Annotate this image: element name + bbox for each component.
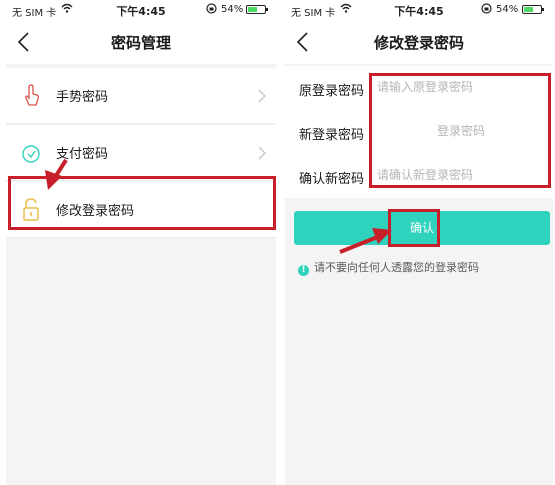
- annotation-arrow-icon: [339, 228, 392, 254]
